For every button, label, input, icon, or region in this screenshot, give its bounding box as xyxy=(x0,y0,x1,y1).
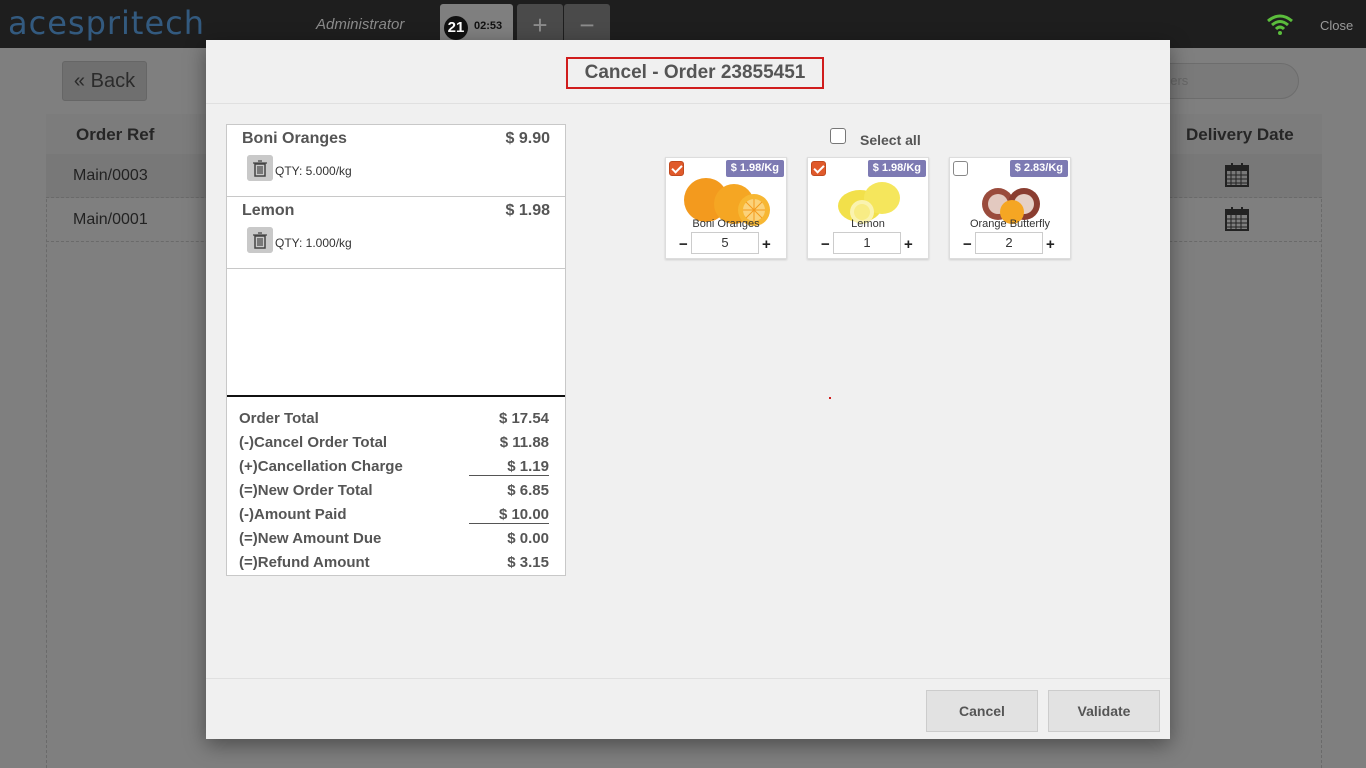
total-value: $ 6.85 xyxy=(507,482,549,499)
decrease-qty-button[interactable]: − xyxy=(821,236,830,253)
close-button[interactable]: Close xyxy=(1320,18,1353,33)
order-totals: Order Total $ 17.54 (-)Cancel Order Tota… xyxy=(227,395,565,571)
total-label: (=)New Amount Due xyxy=(239,530,382,547)
decrease-qty-button[interactable]: − xyxy=(963,236,972,253)
select-all-checkbox[interactable] xyxy=(830,128,846,144)
cancel-button[interactable]: Cancel xyxy=(926,690,1038,732)
order-line[interactable]: Boni Oranges $ 9.90 QTY: 5.000/kg xyxy=(227,125,565,197)
order-line[interactable]: Lemon $ 1.98 QTY: 1.000/kg xyxy=(227,197,565,269)
product-card[interactable]: $ 2.83/Kg Orange Butterfly − 2 + xyxy=(949,157,1071,259)
total-label: (+)Cancellation Charge xyxy=(239,458,403,475)
product-name: Boni Oranges xyxy=(692,218,760,230)
total-row: Order Total $ 17.54 xyxy=(227,407,565,431)
total-value: $ 0.00 xyxy=(507,530,549,547)
decrease-qty-button[interactable]: − xyxy=(679,236,688,253)
total-value: $ 1.19 xyxy=(469,458,549,476)
line-qty: QTY: 1.000/kg xyxy=(275,236,352,250)
total-row: (-)Amount Paid $ 10.00 xyxy=(227,503,565,527)
total-row: (=)Refund Amount $ 3.15 xyxy=(227,551,565,575)
cancel-order-modal: Cancel - Order 23855451 Boni Oranges $ 9… xyxy=(206,40,1170,739)
qty-input[interactable]: 2 xyxy=(975,232,1043,254)
qty-input[interactable]: 5 xyxy=(691,232,759,254)
line-qty: QTY: 5.000/kg xyxy=(275,164,352,178)
increase-qty-button[interactable]: + xyxy=(762,236,771,253)
total-row: (=)New Amount Due $ 0.00 xyxy=(227,527,565,551)
order-ref: Main/0001 xyxy=(73,211,148,228)
price-tag: $ 1.98/Kg xyxy=(867,160,926,177)
modal-title: Cancel - Order 23855451 xyxy=(566,57,824,89)
total-value: $ 11.88 xyxy=(499,434,549,451)
total-value: $ 17.54 xyxy=(498,410,549,427)
total-row: (+)Cancellation Charge $ 1.19 xyxy=(227,455,565,479)
column-delivery-date: Delivery Date xyxy=(1186,125,1294,144)
total-value: $ 10.00 xyxy=(469,506,549,524)
increase-qty-button[interactable]: + xyxy=(904,236,913,253)
column-order-ref: Order Ref xyxy=(76,125,155,144)
back-button[interactable]: « Back xyxy=(62,61,147,101)
wifi-icon xyxy=(1267,14,1293,35)
product-card[interactable]: $ 1.98/Kg Lemon − 1 + xyxy=(807,157,929,259)
line-product-name: Boni Oranges xyxy=(242,130,347,147)
product-checkbox[interactable] xyxy=(953,161,968,176)
back-button-label: Back xyxy=(90,70,136,92)
product-checkbox[interactable] xyxy=(669,161,684,176)
select-all-label: Select all xyxy=(860,132,921,148)
total-label: (=)New Order Total xyxy=(239,482,373,499)
qty-input[interactable]: 1 xyxy=(833,232,901,254)
total-label: (=)Refund Amount xyxy=(239,554,370,571)
product-name: Lemon xyxy=(851,218,885,230)
validate-button[interactable]: Validate xyxy=(1048,690,1160,732)
product-checkbox[interactable] xyxy=(811,161,826,176)
product-name: Orange Butterfly xyxy=(969,218,1051,230)
total-label: Order Total xyxy=(239,410,319,427)
total-label: (-)Amount Paid xyxy=(239,506,347,523)
order-tab-time: 02:53 xyxy=(474,20,503,32)
total-value: $ 3.15 xyxy=(507,554,549,571)
user-name[interactable]: Administrator xyxy=(316,16,404,33)
line-price: $ 9.90 xyxy=(505,130,550,147)
modal-footer: Cancel Validate xyxy=(206,678,1170,739)
trash-icon[interactable] xyxy=(247,227,273,253)
modal-header: Cancel - Order 23855451 xyxy=(206,40,1170,104)
total-label: (-)Cancel Order Total xyxy=(239,434,388,451)
line-product-name: Lemon xyxy=(242,202,295,219)
trash-icon[interactable] xyxy=(247,155,273,181)
total-row: (-)Cancel Order Total $ 11.88 xyxy=(227,431,565,455)
product-card[interactable]: $ 1.98/Kg Boni Oranges − 5 + xyxy=(665,157,787,259)
price-tag: $ 1.98/Kg xyxy=(725,160,784,177)
order-ref: Main/0003 xyxy=(73,167,148,184)
price-tag: $ 2.83/Kg xyxy=(1009,160,1068,177)
line-price: $ 1.98 xyxy=(505,202,550,219)
brand-logo: acespritech xyxy=(8,4,206,42)
calendar-icon[interactable] xyxy=(1224,162,1250,188)
order-tab-number: 21 xyxy=(444,16,468,40)
red-dot-marker xyxy=(829,397,831,399)
total-row: (=)New Order Total $ 6.85 xyxy=(227,479,565,503)
increase-qty-button[interactable]: + xyxy=(1046,236,1055,253)
order-lines-panel: Boni Oranges $ 9.90 QTY: 5.000/kg Lemon … xyxy=(226,124,566,576)
calendar-icon[interactable] xyxy=(1224,206,1250,232)
